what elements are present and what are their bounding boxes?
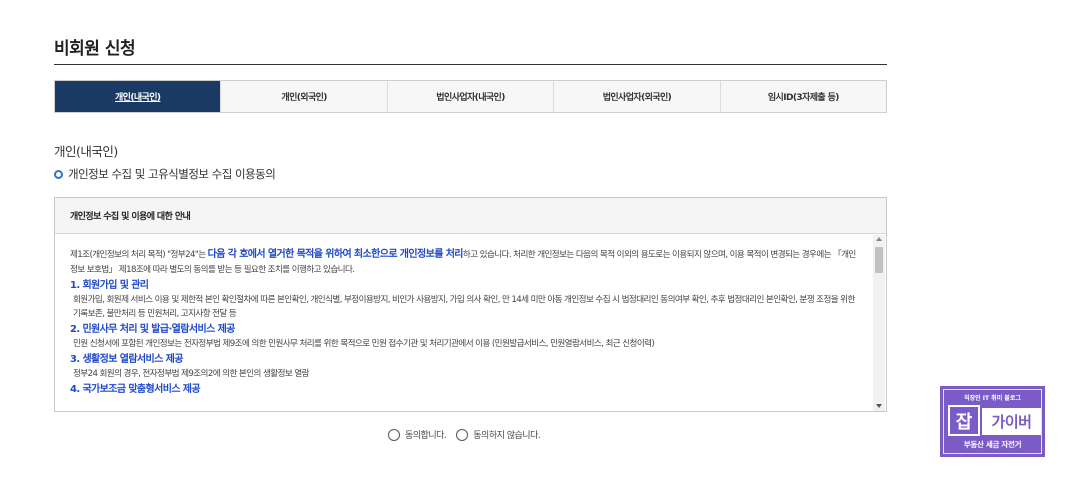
badge-bottom-text: 부동산 세금 자전거	[963, 440, 1022, 449]
scroll-down-arrow-icon[interactable]	[876, 404, 882, 408]
notice-intro-pre: 제1조(개인정보의 처리 목적) "정부24"는	[70, 250, 208, 260]
notice-item-heading: 2. 민원사무 처리 및 발급·열람서비스 제공	[70, 324, 235, 336]
notice-intro: 제1조(개인정보의 처리 목적) "정부24"는 다음 각 호에서 열거한 목적…	[70, 248, 859, 278]
notice-intro-highlight: 다음 각 호에서 열거한 목적을 위하여 최소한으로 개인정보를 처리	[207, 249, 464, 260]
section-label: 개인(내국인)	[54, 144, 118, 159]
notice-item-heading: 4. 국가보조금 맞춤형서비스 제공	[70, 383, 201, 395]
notice-scrollbar[interactable]	[873, 235, 885, 411]
consent-radio-group: 동의합니다. 동의하지 않습니다.	[388, 428, 550, 441]
scroll-thumb[interactable]	[875, 247, 883, 273]
notice-item-text: 회원가입, 회원제 서비스 이용 및 제한적 본인 확인절차에 따른 본인확인,…	[73, 294, 855, 320]
circle-bullet-icon	[54, 169, 63, 179]
title-divider	[54, 64, 887, 65]
agree-radio[interactable]	[388, 428, 400, 441]
tab-domestic-corporation[interactable]: 법인사업자(내국인)	[386, 81, 554, 112]
disagree-option[interactable]: 동의하지 않습니다.	[456, 428, 541, 441]
tab-foreign-corporation[interactable]: 법인사업자(외국인)	[553, 81, 720, 112]
blog-watermark-badge: 직장인 IT 취미 블로그 잡 가이버 부동산 세금 자전거	[940, 386, 1045, 457]
tab-domestic-individual[interactable]: 개인(내국인)	[55, 81, 221, 112]
agree-option[interactable]: 동의합니다.	[388, 428, 447, 441]
tab-foreign-individual[interactable]: 개인(외국인)	[220, 81, 387, 112]
scroll-up-arrow-icon[interactable]	[876, 237, 882, 241]
notice-header: 개인정보 수집 및 이용에 대한 안내	[55, 198, 886, 234]
notice-item-text: 민원 신청서에 포함된 개인정보는 전자정부법 제9조에 의한 민원사무 처리를…	[73, 339, 655, 350]
consent-heading-text: 개인정보 수집 및 고유식별정보 수집 이용동의	[68, 167, 276, 181]
disagree-label[interactable]: 동의하지 않습니다.	[473, 428, 540, 441]
member-type-tabs: 개인(내국인) 개인(외국인) 법인사업자(내국인) 법인사업자(외국인) 임시…	[54, 80, 887, 113]
agree-label[interactable]: 동의합니다.	[405, 428, 447, 441]
disagree-radio[interactable]	[456, 428, 469, 441]
consent-heading: 개인정보 수집 및 고유식별정보 수집 이용동의	[54, 166, 276, 182]
page-title: 비회원 신청	[54, 39, 136, 59]
tab-temporary-id[interactable]: 임시ID(3자제출 등)	[719, 81, 887, 112]
notice-item-heading: 1. 회원가입 및 관리	[70, 279, 149, 291]
badge-jab-mark: 잡	[948, 405, 980, 436]
notice-item-heading: 3. 생활정보 열람서비스 제공	[70, 353, 183, 365]
badge-top-text: 직장인 IT 취미 블로그	[964, 395, 1021, 402]
badge-guide-text: 가이버	[982, 408, 1041, 435]
badge-frame: 직장인 IT 취미 블로그 잡 가이버 부동산 세금 자전거	[943, 389, 1042, 454]
notice-body-scroll-area[interactable]: 제1조(개인정보의 처리 목적) "정부24"는 다음 각 호에서 열거한 목적…	[55, 235, 873, 411]
notice-item-text: 정부24 회원의 경우, 전자정부법 제9조의2에 의한 본인의 생활정보 열람	[73, 368, 310, 379]
privacy-notice-box: 개인정보 수집 및 이용에 대한 안내 제1조(개인정보의 처리 목적) "정부…	[54, 197, 887, 412]
